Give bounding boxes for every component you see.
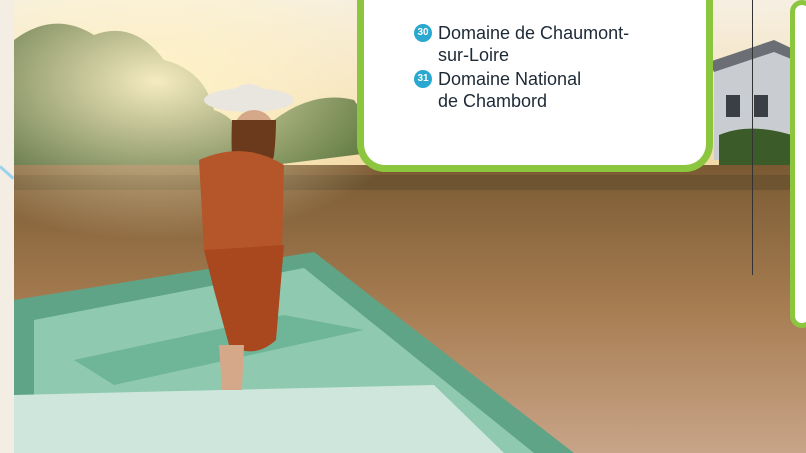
decorative-line [0,165,15,180]
location-name-line1: Domaine National [438,69,582,89]
number-badge-30: 30 [414,24,432,42]
number-badge-31: 31 [414,70,432,88]
location-list: 30 Domaine de Chaumont- sur-Loire 31 Dom… [414,22,629,114]
adjacent-card-edge [790,0,806,328]
location-list-card: 30 Domaine de Chaumont- sur-Loire 31 Dom… [357,0,713,172]
location-name-line1: Domaine de Chaumont- [438,23,630,43]
location-name-line2: de Chambord [438,91,548,111]
location-name-line2: sur-Loire [438,45,510,65]
list-item: 31 Domaine National de Chambord [414,68,629,112]
list-item: 30 Domaine de Chaumont- sur-Loire [414,22,629,66]
divider-line [752,0,753,275]
